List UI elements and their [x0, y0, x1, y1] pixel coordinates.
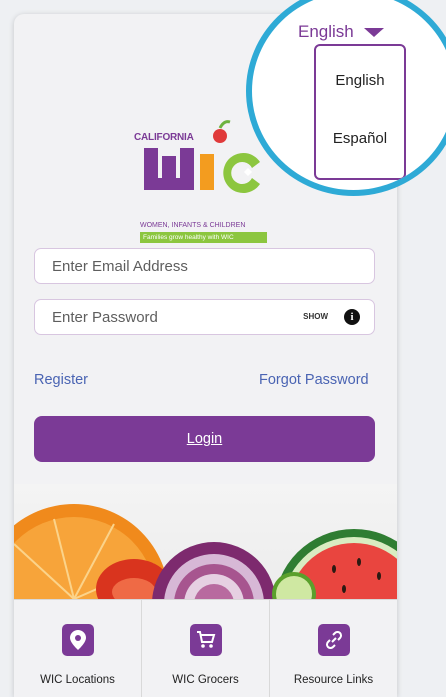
password-input[interactable]: [50, 307, 274, 327]
logo-tagline: Families grow healthy with WIC: [140, 232, 267, 243]
nav-resource-links[interactable]: Resource Links: [270, 600, 397, 697]
logo-subtitle: WOMEN, INFANTS & CHILDREN: [140, 222, 246, 229]
register-link[interactable]: Register: [34, 372, 88, 388]
email-field[interactable]: [34, 248, 375, 284]
bottom-navigation: WIC Locations WIC Grocers Resource Links: [14, 599, 397, 697]
nav-label-resources: Resource Links: [293, 674, 374, 686]
logo-state: CALIFORNIA: [134, 132, 194, 143]
info-icon[interactable]: i: [344, 309, 360, 325]
caret-down-icon: [363, 27, 384, 37]
language-option-espanol[interactable]: Español: [316, 130, 404, 147]
nav-wic-locations[interactable]: WIC Locations: [14, 600, 142, 697]
callout-language-current: English: [298, 22, 354, 41]
callout-language-selector[interactable]: English: [298, 22, 384, 42]
language-dropdown-menu: English Español: [314, 44, 406, 180]
wic-logo: CALIFORNIA WOMEN, INFANTS & CHILDREN Fam…: [134, 114, 274, 243]
forgot-password-link[interactable]: Forgot Password: [259, 372, 369, 388]
show-password-button[interactable]: SHOW: [303, 312, 328, 321]
language-option-english[interactable]: English: [316, 72, 404, 89]
nav-label-grocers: WIC Grocers: [172, 674, 239, 686]
email-input[interactable]: [50, 256, 274, 276]
produce-banner: [14, 484, 397, 599]
nav-label-locations: WIC Locations: [40, 674, 115, 686]
link-icon: [317, 624, 350, 656]
login-button[interactable]: Login: [34, 416, 375, 462]
location-pin-icon: [61, 624, 94, 656]
password-field[interactable]: SHOW i: [34, 299, 375, 335]
produce-image: [14, 504, 397, 599]
nav-wic-grocers[interactable]: WIC Grocers: [142, 600, 270, 697]
shopping-cart-icon: [189, 624, 222, 656]
